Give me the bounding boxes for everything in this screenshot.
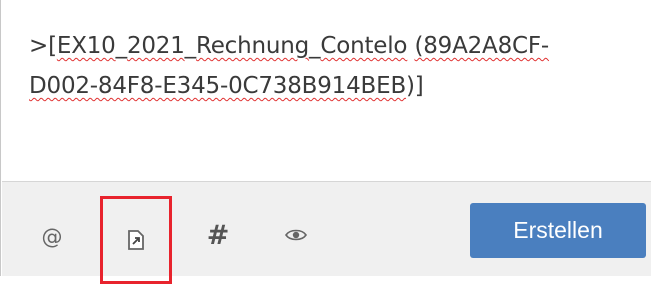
composer-toolbar: @ # Erstellen <box>2 182 651 284</box>
text-sep: _ <box>115 33 128 59</box>
eye-icon <box>285 227 307 247</box>
tag-button[interactable]: # <box>198 215 238 255</box>
text-prefix: >[ <box>29 33 57 59</box>
text-contelo: Contelo <box>320 33 408 59</box>
create-button[interactable]: Erstellen <box>470 203 646 258</box>
text-ex10: EX10 <box>56 33 116 59</box>
editor-content[interactable]: >[EX10_2021_Rechnung_Contelo (89A2A8CF- D… <box>29 26 629 106</box>
link-document-button[interactable] <box>100 196 172 284</box>
text-suffix: )] <box>406 73 424 99</box>
text-sep: _ <box>184 33 197 59</box>
at-icon: @ <box>41 225 63 249</box>
text-rechnung: Rechnung <box>195 33 310 59</box>
hash-icon: # <box>206 219 230 251</box>
text-year: 2021 <box>126 33 185 59</box>
text-id-open: (89A2A8CF- <box>414 33 550 59</box>
text-id-rest: D002-84F8-E345-0C738B914BEB <box>29 73 407 99</box>
mention-button[interactable]: @ <box>32 217 72 257</box>
comment-editor[interactable]: >[EX10_2021_Rechnung_Contelo (89A2A8CF- D… <box>2 0 651 182</box>
preview-button[interactable] <box>276 217 316 257</box>
comment-composer: >[EX10_2021_Rechnung_Contelo (89A2A8CF- D… <box>0 0 651 284</box>
text-sep: _ <box>309 33 321 59</box>
link-document-icon <box>125 229 147 251</box>
